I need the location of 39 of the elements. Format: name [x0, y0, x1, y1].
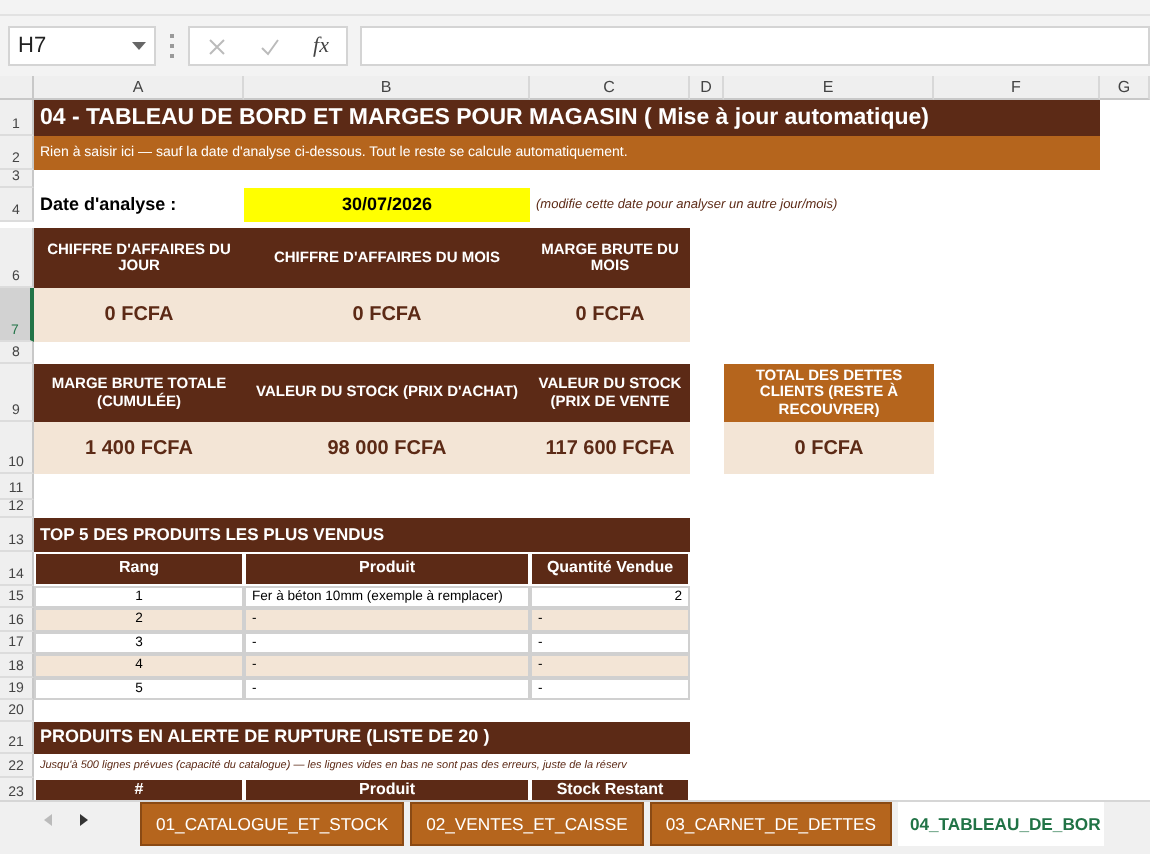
- kpi-value: 0 FCFA: [530, 288, 690, 342]
- check-icon[interactable]: [259, 37, 280, 55]
- cancel-icon[interactable]: [207, 37, 225, 55]
- column-heading: #: [34, 778, 244, 800]
- name-box[interactable]: H7: [8, 26, 156, 66]
- kpi-value: 0 FCFA: [724, 422, 934, 474]
- column-heading: Rang: [34, 552, 244, 586]
- kpi-value: 98 000 FCFA: [244, 422, 530, 474]
- kpi-value: 117 600 FCFA: [530, 422, 690, 474]
- kpi-value: 0 FCFA: [34, 288, 244, 342]
- column-header[interactable]: E: [724, 76, 934, 100]
- column-header[interactable]: G: [1100, 76, 1150, 100]
- section-title: PRODUITS EN ALERTE DE RUPTURE (LISTE DE 20 ): [34, 722, 690, 754]
- column-heading: Produit: [244, 552, 530, 586]
- date-label: Date d'analyse :: [38, 191, 179, 218]
- section-title: TOP 5 DES PRODUITS LES PLUS VENDUS: [34, 518, 690, 552]
- grip-icon: [168, 34, 176, 58]
- column-heading: Produit: [244, 778, 530, 800]
- sheet-tab[interactable]: 01_CATALOGUE_ET_STOCK: [140, 802, 405, 846]
- date-input[interactable]: 30/07/2026: [244, 188, 530, 222]
- sheet-tab[interactable]: 03_CARNET_DE_DETTES: [649, 802, 892, 846]
- formula-input[interactable]: [360, 26, 1150, 66]
- kpi-value: 0 FCFA: [244, 288, 530, 342]
- column-heading: Stock Restant: [530, 778, 690, 800]
- column-header[interactable]: D: [690, 76, 724, 100]
- sheet-tab[interactable]: 04_TABLEAU_DE_BOR: [897, 802, 1105, 846]
- insert-function-button[interactable]: fx: [313, 34, 329, 58]
- column-header[interactable]: A: [34, 76, 244, 100]
- sheet-title: 04 - TABLEAU DE BORD ET MARGES POUR MAGASIN ( Mise à jour automatique): [34, 100, 1100, 136]
- column-heading: Quantité Vendue: [530, 552, 690, 586]
- next-sheet-icon[interactable]: [80, 814, 88, 826]
- select-all-corner[interactable]: [0, 76, 34, 100]
- column-header[interactable]: C: [530, 76, 690, 100]
- kpi-value: 1 400 FCFA: [34, 422, 244, 474]
- previous-sheet-icon[interactable]: [44, 814, 52, 826]
- column-header[interactable]: B: [244, 76, 530, 100]
- column-header[interactable]: F: [934, 76, 1100, 100]
- dropdown-caret-icon: [132, 42, 146, 50]
- sheet-tab[interactable]: 02_VENTES_ET_CAISSE: [410, 802, 644, 846]
